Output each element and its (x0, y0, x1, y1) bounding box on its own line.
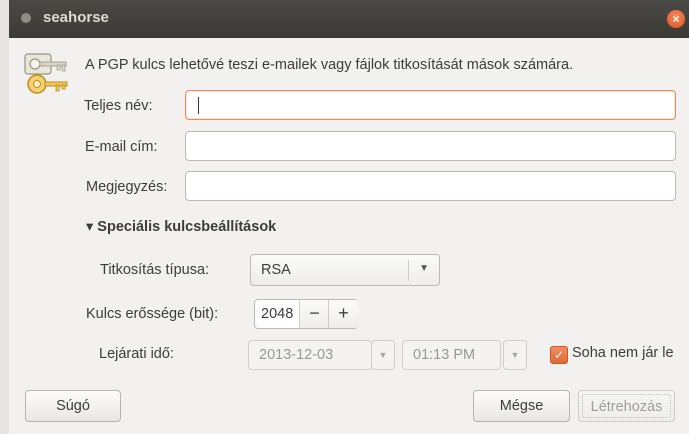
encryption-type-label: Titkosítás típusa: (100, 262, 210, 278)
expiry-date-value: 2013-12-03 (259, 347, 334, 363)
expiry-time-input[interactable]: 01:13 PM (402, 340, 501, 370)
window-menu-dot-icon[interactable] (21, 13, 31, 23)
cancel-button[interactable]: Mégse (473, 390, 570, 422)
keys-icon (24, 53, 68, 94)
close-icon[interactable]: × (667, 10, 685, 28)
comment-label: Megjegyzés: (86, 179, 168, 195)
combo-separator (408, 260, 409, 281)
never-expires-checkbox[interactable]: ✓ (550, 346, 568, 364)
email-label: E-mail cím: (85, 139, 158, 155)
expiry-label: Lejárati idő: (99, 346, 174, 362)
encryption-type-select[interactable]: RSA ▼ (250, 254, 440, 286)
key-creation-dialog: seahorse × A PGP kulcs lehetővé teszi e-… (9, 0, 689, 434)
intro-text: A PGP kulcs lehetővé teszi e-mailek vagy… (85, 57, 574, 73)
decrement-button[interactable]: − (299, 300, 329, 328)
encryption-type-value: RSA (261, 262, 291, 278)
create-button[interactable]: Létrehozás (578, 390, 675, 422)
key-strength-value[interactable]: 2048 (261, 306, 293, 322)
expiry-time-value: 01:13 PM (413, 347, 476, 363)
advanced-options-expander[interactable]: ▾ Speciális kulcsbeállítások (86, 219, 276, 235)
full-name-input[interactable] (185, 90, 676, 120)
increment-button[interactable]: + (328, 300, 358, 328)
full-name-label: Teljes név: (84, 98, 153, 114)
text-caret (198, 97, 199, 114)
never-expires-label[interactable]: Soha nem jár le (572, 345, 674, 361)
expiry-date-input[interactable]: 2013-12-03 (248, 340, 372, 370)
help-button[interactable]: Súgó (25, 390, 121, 422)
desktop-edge-left (0, 0, 9, 434)
email-input[interactable] (185, 131, 676, 161)
dropdown-arrow-icon: ▼ (419, 263, 429, 274)
key-strength-label: Kulcs erőssége (bit): (86, 306, 219, 322)
comment-input[interactable] (185, 171, 676, 201)
key-strength-spinner[interactable]: 2048 − + (254, 299, 358, 329)
window-title: seahorse (43, 9, 109, 26)
time-dropdown-arrow-icon[interactable]: ▼ (503, 340, 527, 370)
date-dropdown-arrow-icon[interactable]: ▼ (371, 340, 395, 370)
create-button-label: Létrehozás (582, 394, 671, 418)
title-bar: seahorse × (9, 0, 689, 38)
